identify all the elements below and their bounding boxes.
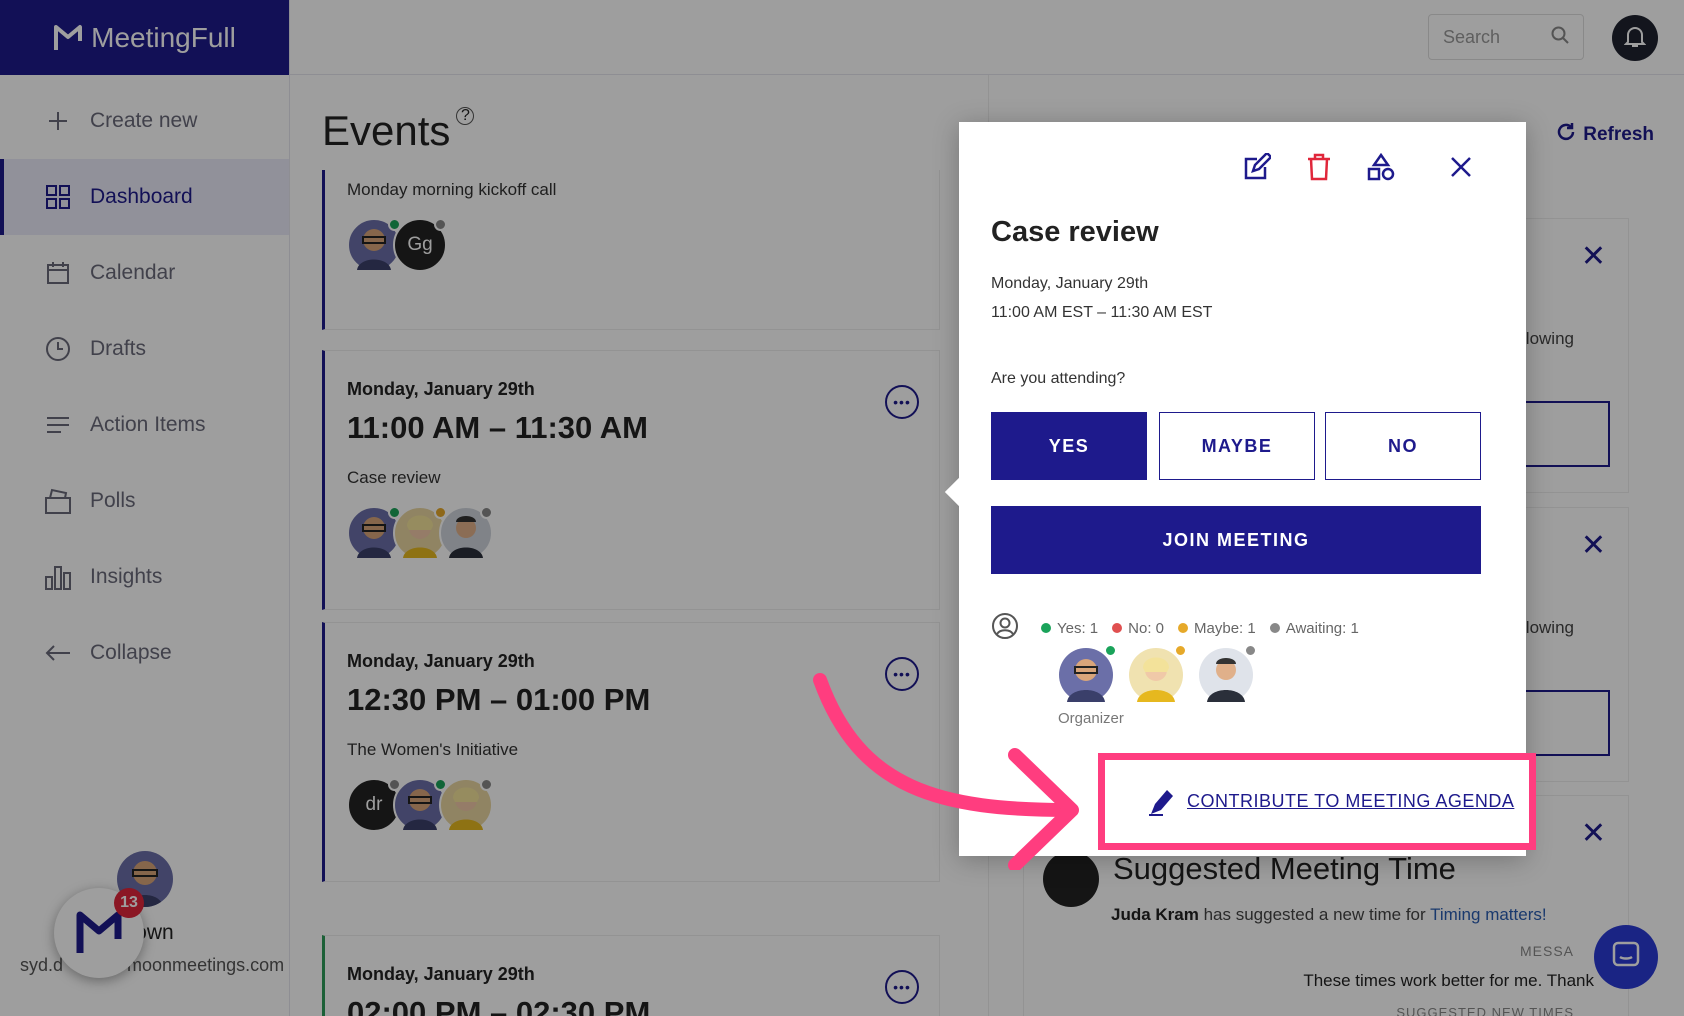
contribute-agenda-highlight: CONTRIBUTE TO MEETING AGENDA xyxy=(1098,753,1536,850)
rsvp-counts: Yes: 1 No: 0 Maybe: 1 Awaiting: 1 xyxy=(991,612,1359,644)
rsvp-yes-button[interactable]: YES xyxy=(991,412,1147,480)
popup-time: 11:00 AM EST – 11:30 AM EST xyxy=(991,304,1213,321)
attending-question: Are you attending? xyxy=(991,370,1126,387)
join-meeting-button[interactable]: JOIN MEETING xyxy=(991,506,1481,574)
shapes-icon[interactable] xyxy=(1366,152,1396,182)
rsvp-maybe-button[interactable]: MAYBE xyxy=(1159,412,1315,480)
count-yes: Yes: 1 xyxy=(1041,620,1098,637)
popup-title: Case review xyxy=(991,216,1159,248)
count-no: No: 0 xyxy=(1112,620,1164,637)
trash-icon[interactable] xyxy=(1304,152,1334,182)
contribute-agenda-link[interactable]: CONTRIBUTE TO MEETING AGENDA xyxy=(1187,791,1514,812)
rsvp-no-button[interactable]: NO xyxy=(1325,412,1481,480)
avatar[interactable] xyxy=(1199,644,1257,702)
pencil-icon xyxy=(1149,789,1173,816)
avatar[interactable] xyxy=(1129,644,1187,702)
count-maybe: Maybe: 1 xyxy=(1178,620,1256,637)
edit-icon[interactable] xyxy=(1242,152,1272,182)
close-icon[interactable] xyxy=(1446,152,1476,182)
count-awaiting: Awaiting: 1 xyxy=(1269,620,1359,637)
annotation-arrow-icon xyxy=(813,673,1079,870)
popup-date: Monday, January 29th xyxy=(991,275,1149,292)
user-circle-icon xyxy=(991,612,1019,644)
popup-toolbar xyxy=(1242,152,1476,182)
